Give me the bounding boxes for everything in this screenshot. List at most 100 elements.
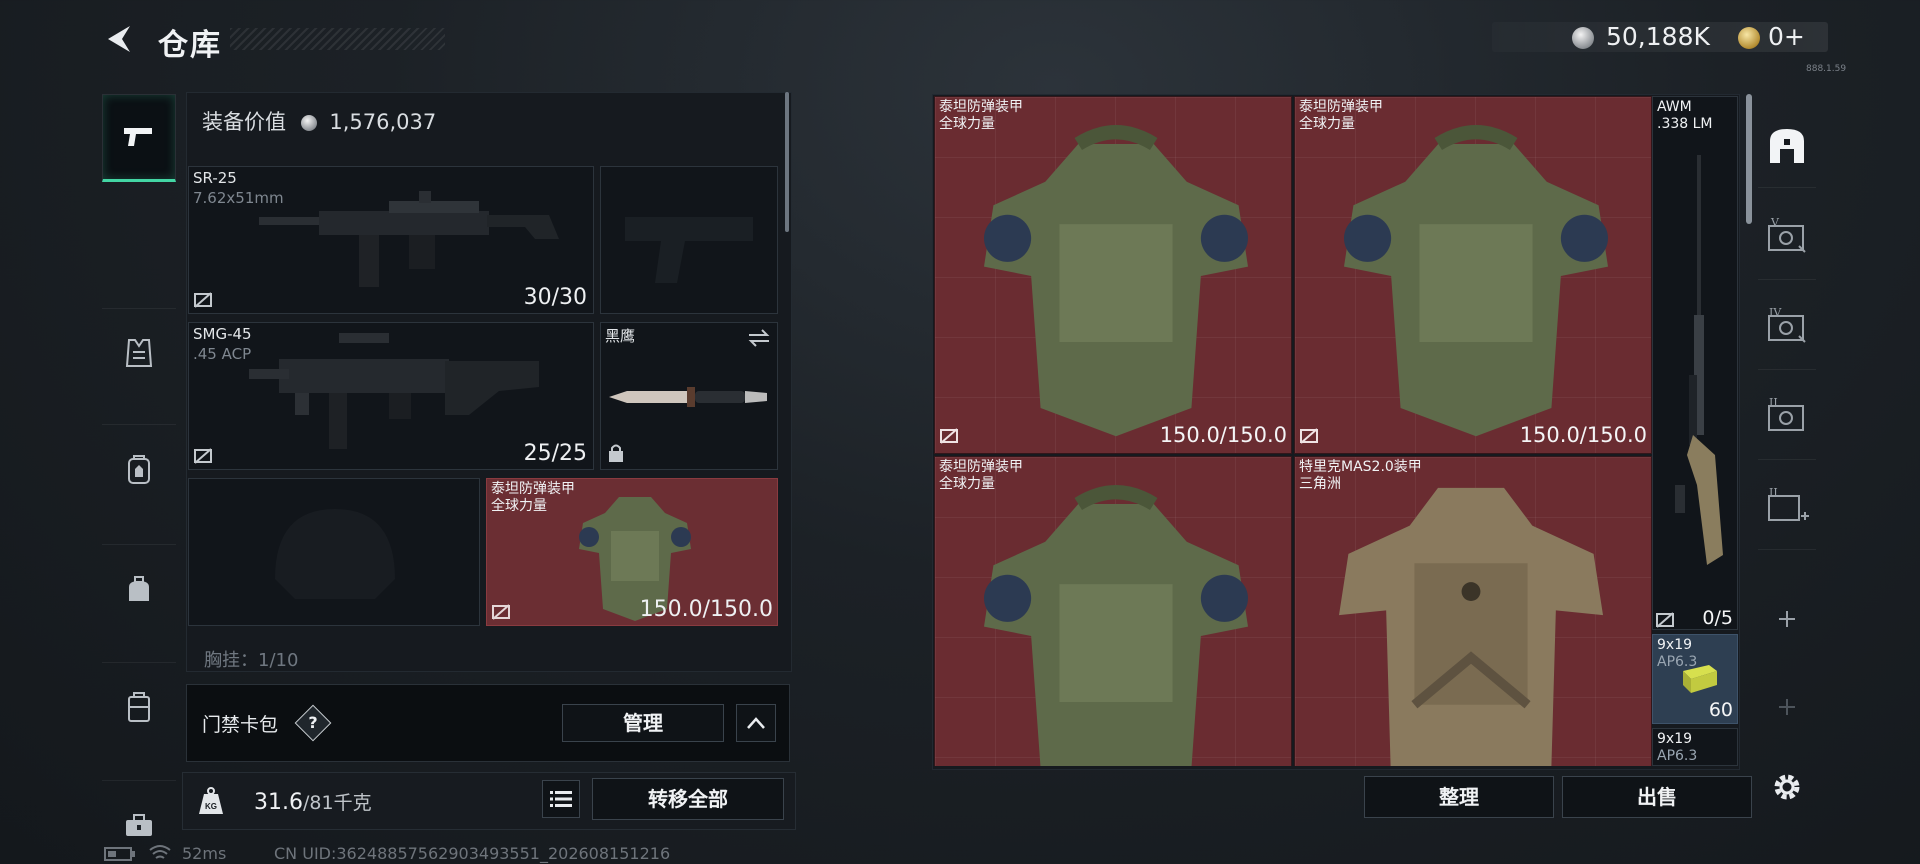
primary-weapon-slot[interactable]: SR-25 7.62x51mm 30/30 xyxy=(188,166,594,314)
container-stash[interactable] xyxy=(1758,102,1816,188)
chevron-up-icon xyxy=(747,717,765,729)
ping-label: 52ms xyxy=(182,844,227,863)
sidearm-slot-empty[interactable] xyxy=(600,166,778,314)
bag-icon xyxy=(129,575,149,601)
ammo-item[interactable]: 9x19 AP6.3 xyxy=(1652,728,1738,766)
ammo-sub: AP6.3 xyxy=(1657,748,1698,764)
access-card-label: 门禁卡包 xyxy=(202,714,279,736)
storage-item[interactable]: 泰坦防弹装甲 全球力量 xyxy=(934,456,1292,766)
storage-item[interactable]: 泰坦防弹装甲 全球力量 150.0/150.0 xyxy=(934,96,1292,454)
category-weapons[interactable] xyxy=(102,94,176,182)
weight-icon: KG xyxy=(199,787,223,814)
page-title: 仓库 xyxy=(158,28,222,63)
ammo-count: 60 xyxy=(1708,699,1733,721)
category-backpack[interactable] xyxy=(102,424,176,512)
armor-slot-durability: 150.0/150.0 xyxy=(639,597,773,622)
melee-name: 黑鹰 xyxy=(605,327,636,345)
add-container-button[interactable] xyxy=(1758,576,1816,662)
backpack-icon xyxy=(128,454,150,484)
silver-coin-icon xyxy=(300,115,317,131)
vest-icon xyxy=(125,338,153,367)
armor-slot[interactable]: 泰坦防弹装甲 全球力量 150.0/150.0 xyxy=(486,478,778,626)
awm-item[interactable]: AWM .338 LM 0/5 xyxy=(1652,96,1738,630)
melee-slot[interactable]: 黑鹰 xyxy=(600,322,778,470)
no-insure-icon xyxy=(940,428,958,444)
help-mark: ? xyxy=(308,713,318,732)
list-icon xyxy=(550,791,572,807)
weight-readout: 31.6/81千克 xyxy=(254,788,372,815)
armor-slot-name: 泰坦防弹装甲 xyxy=(491,481,575,497)
toolbox-icon xyxy=(126,813,152,836)
collapse-button[interactable] xyxy=(736,704,776,742)
container-rail: V IV II II xyxy=(1758,94,1816,828)
primary-weapon-ammo: 30/30 xyxy=(523,285,587,310)
gold-amount[interactable]: 0+ xyxy=(1768,22,1805,51)
container-tier: II xyxy=(1769,398,1778,409)
container-box-icon: II xyxy=(1768,398,1804,431)
container-slot-ii-a[interactable]: II xyxy=(1758,374,1816,460)
transfer-all-button[interactable]: 转移全部 xyxy=(592,778,784,820)
secondary-weapon-name: SMG-45 xyxy=(193,325,252,343)
container-box-icon: IV xyxy=(1768,308,1806,343)
gear-icon xyxy=(1774,774,1800,800)
container-box-plus-icon: II xyxy=(1768,488,1809,521)
helmet-slot-empty[interactable] xyxy=(188,478,480,626)
swap-icon[interactable] xyxy=(747,327,771,349)
chest-rig-row[interactable]: 胸挂：1/10 xyxy=(186,646,784,668)
pistol-placeholder-icon xyxy=(625,217,753,283)
container-box-icon: V xyxy=(1768,218,1806,253)
rifle-image xyxy=(259,191,559,287)
wifi-icon xyxy=(149,845,171,859)
armor-image xyxy=(984,485,1248,766)
secondary-weapon-ammo: 25/25 xyxy=(523,441,587,466)
storage-item-durability: 150.0/150.0 xyxy=(1159,423,1287,447)
ammo-box-image xyxy=(1683,665,1717,693)
no-insure-icon xyxy=(1656,612,1674,628)
add-container-button-disabled xyxy=(1758,664,1816,750)
case-icon xyxy=(128,691,150,722)
pistol-icon xyxy=(124,128,152,146)
gold-coin-icon xyxy=(1738,27,1760,49)
storage-grid: 泰坦防弹装甲 全球力量 150.0/150.0 泰坦防弹装甲 全球力量 150.… xyxy=(934,96,1652,766)
container-tier: V xyxy=(1770,218,1780,229)
title-decoration xyxy=(230,28,445,50)
loadout-value-label: 装备价值 xyxy=(202,110,286,134)
storage-item-durability: 150.0/150.0 xyxy=(1519,423,1647,447)
version-label: 888.1.59 xyxy=(1806,64,1847,74)
ammo-name: 9x19 xyxy=(1657,637,1693,653)
manage-button[interactable]: 管理 xyxy=(562,704,724,742)
ammo-item[interactable]: 9x19 AP6.3 60 xyxy=(1652,634,1738,724)
category-armor[interactable] xyxy=(102,308,176,396)
storage-scrollbar[interactable] xyxy=(1746,94,1752,224)
storage-item[interactable]: 泰坦防弹装甲 全球力量 150.0/150.0 xyxy=(1294,96,1652,454)
container-slot-ii-b[interactable]: II xyxy=(1758,464,1816,550)
container-slot-iv[interactable]: IV xyxy=(1758,284,1816,370)
weight-max: /81千克 xyxy=(302,792,372,814)
sell-button[interactable]: 出售 xyxy=(1562,776,1752,818)
awm-name: AWM xyxy=(1657,99,1692,115)
silver-coin-icon xyxy=(1572,27,1594,49)
silver-amount: 50,188K xyxy=(1606,22,1710,51)
category-case[interactable] xyxy=(102,662,176,750)
category-rail xyxy=(102,84,176,836)
no-insure-icon xyxy=(1300,428,1318,444)
no-insure-icon xyxy=(492,604,510,620)
settings-button[interactable] xyxy=(1758,744,1816,830)
list-button[interactable] xyxy=(542,780,580,818)
loadout-scrollbar[interactable] xyxy=(785,92,789,232)
knife-image xyxy=(609,387,767,407)
sort-button[interactable]: 整理 xyxy=(1364,776,1554,818)
container-slot-v[interactable]: V xyxy=(1758,194,1816,280)
loadout-value: 装备价值 1,576,037 xyxy=(202,106,436,136)
secondary-weapon-slot[interactable]: SMG-45 .45 ACP 25/25 xyxy=(188,322,594,470)
back-arrow-icon[interactable] xyxy=(102,22,136,56)
storage-item[interactable]: 特里克MAS2.0装甲 三角洲 xyxy=(1294,456,1652,766)
category-bag[interactable] xyxy=(102,544,176,632)
lock-icon xyxy=(609,444,623,462)
camo-armor-image xyxy=(1339,487,1603,766)
plus-icon xyxy=(1779,611,1795,627)
sniper-rifle-image xyxy=(1675,155,1723,565)
uid-label: CN UID:36248857562903493551_202608151216 xyxy=(274,844,671,863)
ammo-name: 9x19 xyxy=(1657,731,1693,747)
helmet-placeholder-icon xyxy=(275,509,395,599)
